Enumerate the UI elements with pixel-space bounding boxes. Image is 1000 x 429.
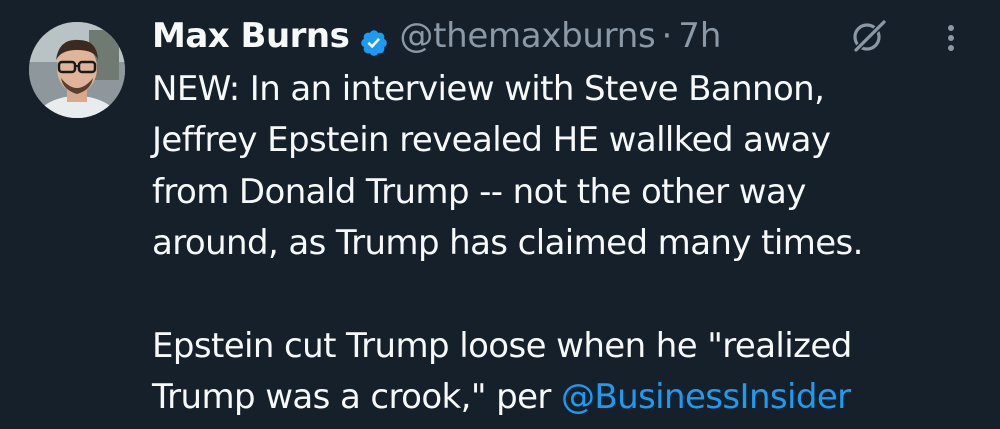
tweet-text-line: Jeffrey Epstein revealed HE wallked away — [152, 120, 831, 161]
tweet-text-fragment: Trump was a crook," per — [152, 377, 561, 418]
grok-icon[interactable] — [848, 16, 888, 56]
tweet[interactable]: Max Burns @themaxburns · 7h NEW: In an i… — [0, 0, 1000, 429]
tweet-text-line: NEW: In an interview with Steve Bannon, — [152, 69, 825, 109]
author-handle[interactable]: @themaxburns — [399, 10, 655, 62]
avatar-image — [29, 22, 125, 118]
author-display-name[interactable]: Max Burns — [152, 10, 350, 62]
tweet-text: NEW: In an interview with Steve Bannon, … — [152, 64, 992, 423]
tweet-text-line: Epstein cut Trump loose when he "realize… — [152, 325, 852, 366]
tweet-text-line: from Donald Trump -- not the other way — [152, 171, 806, 212]
mention-link[interactable]: @BusinessInsider — [561, 377, 851, 417]
avatar[interactable] — [29, 22, 125, 118]
header-separator: · — [661, 16, 673, 56]
tweet-text-line: around, as Trump has claimed many times. — [152, 223, 863, 264]
tweet-header: Max Burns @themaxburns · 7h — [152, 10, 721, 62]
tweet-timestamp[interactable]: 7h — [678, 10, 721, 62]
tweet-text-line: Trump was a crook," per @BusinessInsider — [152, 372, 992, 423]
more-vertical-icon[interactable] — [936, 20, 966, 56]
verified-badge-icon — [359, 21, 389, 56]
